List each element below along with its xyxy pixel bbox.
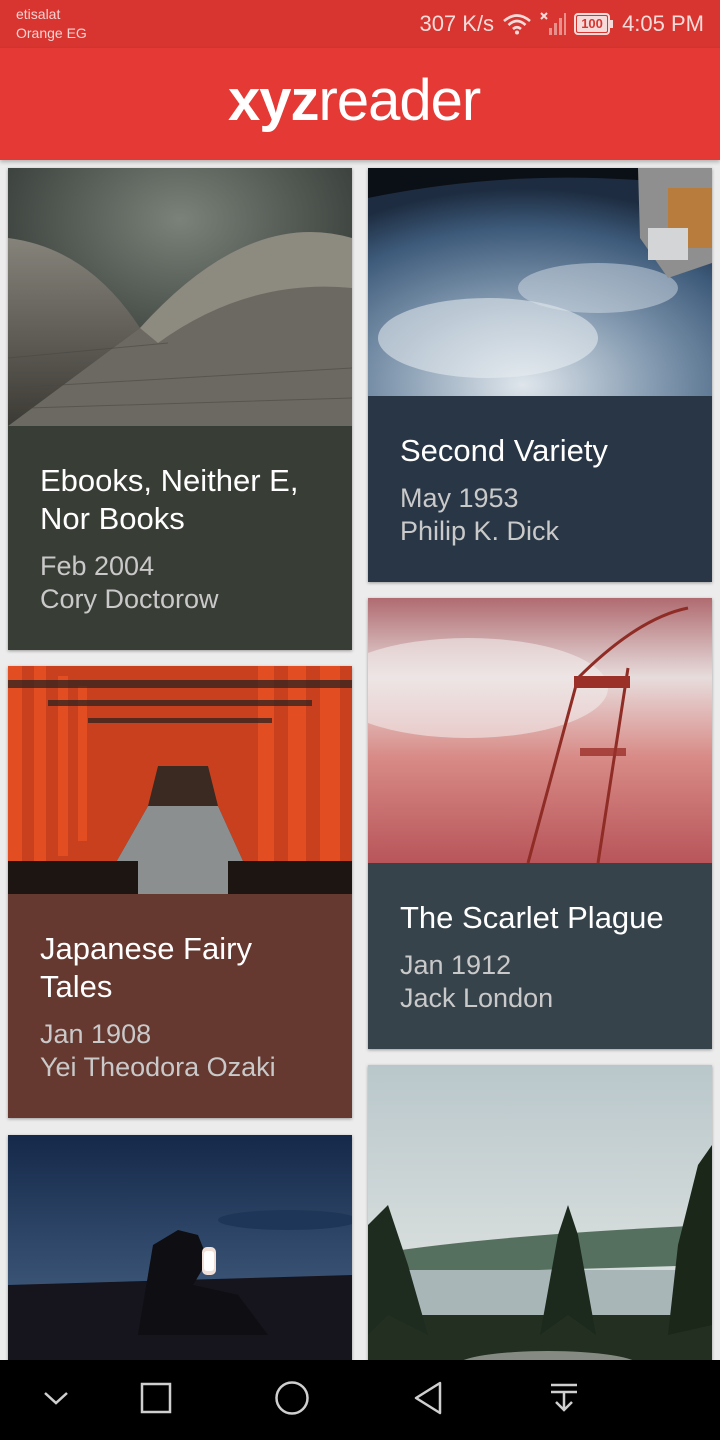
article-meta: The Scarlet Plague Jan 1912 Jack London — [368, 863, 712, 1049]
article-title: Second Variety — [400, 433, 608, 468]
carrier-secondary-name: Orange EG — [16, 25, 87, 41]
collapse-nav-button[interactable] — [16, 1360, 96, 1440]
article-thumbnail — [368, 598, 712, 863]
article-thumbnail — [8, 1135, 352, 1360]
article-title: Ebooks, Neither E, Nor Books — [40, 463, 299, 536]
article-meta: Ebooks, Neither E, Nor Books Feb 2004 Co… — [8, 426, 352, 650]
clock: 4:05 PM — [622, 11, 704, 36]
article-meta: Second Variety May 1953 Philip K. Dick — [368, 396, 712, 582]
article-author: Yei Theodora Ozaki — [40, 1052, 276, 1082]
article-date: May 1953 — [400, 483, 519, 513]
article-author: Jack London — [400, 983, 554, 1013]
back-button[interactable] — [388, 1360, 468, 1440]
carrier-name: etisalat — [16, 6, 61, 22]
status-bar: etisalat Orange EG 307 K/s 100 4:05 PM — [0, 0, 720, 48]
recents-button[interactable] — [116, 1360, 196, 1440]
app-bar: xyzreader — [0, 48, 720, 160]
recents-icon — [140, 1382, 172, 1419]
article-meta: Japanese Fairy Tales Jan 1908 Yei Theodo… — [8, 894, 352, 1118]
network-speed: 307 K/s — [419, 11, 495, 36]
article-date: Jan 1908 — [40, 1019, 152, 1049]
article-author: Philip K. Dick — [400, 516, 560, 546]
carrier-info: etisalat Orange EG — [16, 5, 87, 43]
article-thumbnail — [8, 168, 352, 426]
status-indicators: 307 K/s 100 4:05 PM — [419, 10, 704, 38]
article-title: The Scarlet Plague — [400, 900, 664, 935]
article-card[interactable]: Ebooks, Neither E, Nor Books Feb 2004 Co… — [8, 168, 352, 650]
article-title: Japanese Fairy Tales — [40, 931, 252, 1004]
battery-level: 100 — [581, 16, 603, 31]
logo-light-part: reader — [318, 68, 482, 133]
notifications-button[interactable] — [524, 1360, 604, 1440]
article-thumbnail — [368, 1065, 712, 1360]
article-card[interactable] — [368, 1065, 712, 1360]
wifi-icon — [502, 13, 532, 35]
back-icon — [412, 1380, 444, 1421]
battery-icon: 100 — [574, 13, 614, 35]
article-thumbnail — [8, 666, 352, 894]
article-card[interactable]: Japanese Fairy Tales Jan 1908 Yei Theodo… — [8, 666, 352, 1118]
notifications-pull-icon — [549, 1382, 579, 1419]
navigation-bar — [0, 1360, 720, 1440]
article-date: Jan 1912 — [400, 950, 512, 980]
article-author: Cory Doctorow — [40, 584, 219, 614]
home-icon — [274, 1380, 310, 1421]
article-date: Feb 2004 — [40, 551, 155, 581]
app-logo: xyzreader — [228, 66, 482, 136]
article-card[interactable]: The Scarlet Plague Jan 1912 Jack London — [368, 598, 712, 1049]
chevron-down-icon — [42, 1389, 70, 1412]
article-card[interactable] — [8, 1135, 352, 1360]
signal-icon — [540, 12, 567, 36]
home-button[interactable] — [252, 1360, 332, 1440]
logo-bold-part: xyz — [228, 68, 320, 133]
article-grid[interactable]: Ebooks, Neither E, Nor Books Feb 2004 Co… — [0, 160, 720, 1360]
article-card[interactable]: Second Variety May 1953 Philip K. Dick — [368, 168, 712, 582]
article-thumbnail — [368, 168, 712, 396]
